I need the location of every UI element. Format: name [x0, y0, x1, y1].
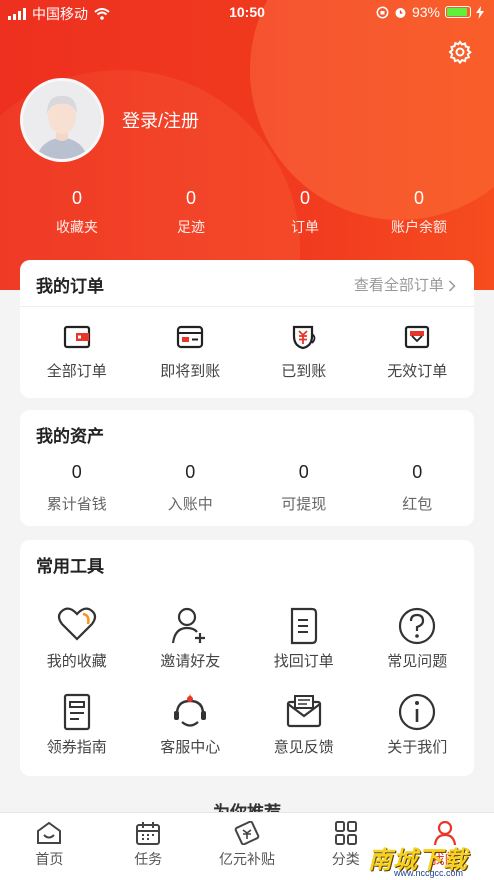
battery-percent: 93%: [411, 4, 440, 20]
order-label: 无效订单: [387, 363, 448, 380]
asset-value: 0: [298, 462, 309, 482]
stat-value: 0: [413, 188, 424, 208]
question-icon: [399, 607, 436, 645]
tool-invite-friends[interactable]: 邀请好友: [134, 606, 248, 671]
tool-feedback[interactable]: 意见反馈: [247, 692, 361, 757]
feedback-mail-icon: [286, 695, 321, 728]
tool-recover-order[interactable]: 找回订单: [247, 606, 361, 671]
asset-red-packet[interactable]: 0 红包: [361, 462, 475, 514]
stat-favorites[interactable]: 0 收藏夹: [20, 188, 134, 237]
asset-pending[interactable]: 0 入账中: [134, 462, 248, 514]
tab-home[interactable]: 首页: [0, 813, 99, 880]
order-all[interactable]: 全部订单: [20, 324, 134, 381]
rotation-lock-icon: [376, 6, 389, 18]
info-icon: [399, 693, 436, 731]
status-bar: 中国移动 10:50 93%: [0, 0, 494, 26]
home-icon: [37, 821, 62, 844]
tool-label: 领券指南: [46, 739, 107, 756]
avatar[interactable]: [20, 78, 104, 162]
site-watermark: 南城下载 www.nccgcc.com: [368, 840, 494, 880]
stat-balance[interactable]: 0 账户余额: [362, 188, 476, 237]
tool-coupon-guide[interactable]: 领券指南: [20, 692, 134, 757]
asset-withdrawable[interactable]: 0 可提现: [247, 462, 361, 514]
tool-label: 我的收藏: [46, 653, 107, 670]
alarm-icon: [395, 7, 406, 18]
grid-icon: [334, 821, 357, 845]
stat-label: 足迹: [177, 219, 205, 235]
section-title: 我的订单: [36, 277, 104, 296]
tool-label: 常见问题: [387, 653, 448, 670]
section-title: 常用工具: [36, 557, 104, 576]
order-label: 已到账: [281, 363, 327, 380]
stat-value: 0: [299, 188, 310, 208]
tab-subsidy[interactable]: 亿元补贴: [198, 813, 297, 880]
stat-label: 账户余额: [391, 219, 447, 235]
invalid-order-icon: [405, 325, 430, 349]
yuan-received-icon: [292, 325, 316, 350]
asset-label: 红包: [402, 496, 433, 513]
guide-icon: [63, 693, 90, 731]
asset-label: 可提现: [281, 496, 327, 513]
heart-icon: [57, 607, 96, 641]
my-assets-card: 我的资产 0 累计省钱 0 入账中 0 可提现 0 红包: [20, 410, 474, 526]
order-received[interactable]: 已到账: [247, 324, 361, 381]
asset-label: 入账中: [167, 496, 213, 513]
asset-value: 0: [412, 462, 423, 482]
watermark-url: www.nccgcc.com: [394, 868, 464, 878]
order-label: 即将到账: [160, 363, 221, 380]
stat-label: 订单: [291, 219, 319, 235]
tool-label: 找回订单: [273, 653, 334, 670]
tool-customer-service[interactable]: 客服中心: [134, 692, 248, 757]
charging-icon: [476, 5, 484, 19]
add-user-icon: [172, 607, 206, 644]
tool-label: 关于我们: [387, 739, 448, 756]
divider: [20, 306, 474, 307]
stat-footprints[interactable]: 0 足迹: [134, 188, 248, 237]
asset-total-saved[interactable]: 0 累计省钱: [20, 462, 134, 514]
tab-label: 首页: [35, 851, 64, 867]
tool-faq[interactable]: 常见问题: [361, 606, 475, 671]
view-all-orders-link[interactable]: 查看全部订单: [354, 274, 456, 295]
tool-favorites[interactable]: 我的收藏: [20, 606, 134, 671]
view-all-orders-label: 查看全部订单: [353, 277, 444, 294]
stat-value: 0: [71, 188, 82, 208]
document-icon: [290, 607, 317, 645]
tool-label: 意见反馈: [273, 739, 334, 756]
tool-about-us[interactable]: 关于我们: [361, 692, 475, 757]
stat-orders[interactable]: 0 订单: [248, 188, 362, 237]
stat-value: 0: [185, 188, 196, 208]
default-avatar-icon: [23, 81, 101, 159]
order-label: 全部订单: [46, 363, 107, 380]
tool-label: 邀请好友: [160, 653, 221, 670]
asset-label: 累计省钱: [46, 496, 107, 513]
my-orders-card: 我的订单 查看全部订单 全部订单 即将到账 已到账 无效订单: [20, 260, 474, 398]
stat-label: 收藏夹: [56, 219, 98, 235]
asset-value: 0: [71, 462, 82, 482]
card-incoming-icon: [177, 325, 204, 349]
tool-label: 客服中心: [160, 739, 221, 756]
order-incoming[interactable]: 即将到账: [134, 324, 248, 381]
order-invalid[interactable]: 无效订单: [361, 324, 475, 381]
profile-stats: 0 收藏夹 0 足迹 0 订单 0 账户余额: [20, 188, 476, 237]
chevron-right-icon: [448, 280, 456, 292]
wallet-icon: [63, 325, 90, 349]
common-tools-card: 常用工具 我的收藏 邀请好友 找回订单 常见问题 领券指南 客服中心 意见反馈 …: [20, 540, 474, 776]
coupon-icon: [234, 821, 260, 845]
customer-service-icon: [174, 694, 207, 727]
login-register-link[interactable]: 登录/注册: [122, 107, 199, 133]
battery-icon: [445, 6, 471, 18]
settings-gear-icon[interactable]: [448, 40, 472, 64]
asset-value: 0: [185, 462, 196, 482]
tab-label: 亿元补贴: [218, 851, 275, 867]
calendar-icon: [136, 822, 161, 845]
section-title: 我的资产: [36, 427, 104, 446]
tab-label: 任务: [134, 851, 163, 867]
tab-tasks[interactable]: 任务: [99, 813, 198, 880]
